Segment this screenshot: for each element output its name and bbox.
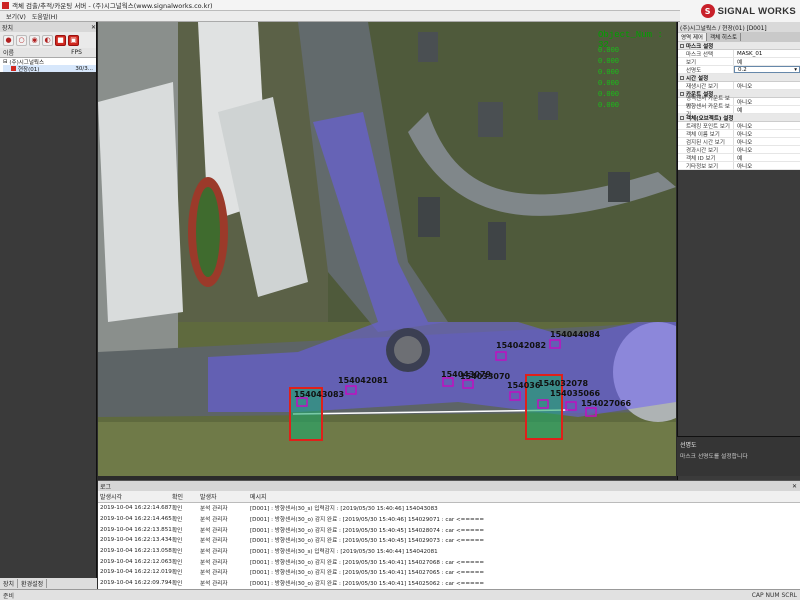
roundabout-island xyxy=(394,336,422,364)
collapse-icon[interactable] xyxy=(680,115,684,120)
house xyxy=(478,102,503,137)
tab-object-history[interactable]: 객체 히스토 xyxy=(707,33,742,41)
menu-view[interactable]: 보기(V) xyxy=(6,12,26,21)
log-rows: 2019-10-04 16:22:14.687 확인 분석 관리자 [D001] : … xyxy=(98,503,800,589)
tree-item-fps: 30/3... xyxy=(75,65,93,72)
property-panel-title: (주)시그널웍스 / 현장(01) [D001] xyxy=(678,22,800,32)
col-time[interactable]: 발생시각 xyxy=(98,492,172,501)
grass-field xyxy=(98,422,676,476)
osd-line: 0.000 xyxy=(598,102,620,110)
menubar: 보기(V) 도움말(H) xyxy=(0,11,680,22)
left-panel-tabs: 장치 환경설정 xyxy=(0,578,97,589)
osd-line: 0.000 xyxy=(598,69,620,77)
log-row[interactable]: 2019-10-04 16:22:13.851 확인 분석 관리자 [D001] : … xyxy=(98,524,800,535)
record-icon[interactable]: ◐ xyxy=(42,34,53,46)
log-row[interactable]: 2019-10-04 16:22:14.687 확인 분석 관리자 [D001] : … xyxy=(98,503,800,514)
device-list-header: 이름 FPS xyxy=(0,48,96,58)
log-row[interactable]: 2019-10-04 16:22:13.434 확인 분석 관리자 [D001] : … xyxy=(98,535,800,546)
statusbar: 준비 CAP NUM SCRL xyxy=(0,589,800,600)
col-fps[interactable]: FPS xyxy=(71,49,82,56)
brand-logo: S SIGNAL WORKS xyxy=(680,0,800,22)
vehicle-id-label: 154043083 xyxy=(294,390,345,399)
log-row[interactable]: 2019-10-04 16:22:12.063 확인 분석 관리자 [D001] : … xyxy=(98,556,800,567)
description-heading: 선명도 xyxy=(680,442,697,449)
app-icon xyxy=(2,1,9,9)
log-row[interactable]: 2019-10-04 16:22:14.465 확인 분석 관리자 [D001] : … xyxy=(98,514,800,525)
keyboard-status: CAP NUM SCRL xyxy=(751,591,797,599)
osd-line: 0.000 xyxy=(598,91,620,99)
house xyxy=(608,172,630,202)
property-panel: (주)시그널웍스 / 현장(01) [D001] 영역 제어 객체 히스토 마스… xyxy=(677,22,800,480)
log-row[interactable]: 2019-10-04 16:22:09.794 확인 분석 관리자 [D001] : … xyxy=(98,578,800,589)
vehicle-id-label: 154032078 xyxy=(538,379,589,388)
col-source[interactable]: 발생자 xyxy=(200,492,250,501)
dropdown-icon[interactable]: ▾ xyxy=(794,67,797,73)
device-toolbar: ● ○ ◉ ◐ ■ ▣ xyxy=(0,32,96,48)
disconnect-icon[interactable]: ○ xyxy=(16,34,27,46)
log-panel: 로그 ✕ 발생시각 확인 발생자 메시지 2019-10-04 16:22:14… xyxy=(98,480,800,589)
collapse-icon[interactable] xyxy=(680,91,684,96)
signalworks-logo-icon: S xyxy=(700,4,715,18)
device-panel-title: 장치 ✕ xyxy=(0,22,96,32)
osd-line: 0.000 xyxy=(598,47,620,55)
collapse-icon[interactable] xyxy=(680,75,684,80)
tab-environment[interactable]: 환경설정 xyxy=(18,579,48,588)
settings-icon[interactable]: ▣ xyxy=(68,34,79,46)
vehicle-id-label: 154027066 xyxy=(581,399,632,408)
tab-area-control[interactable]: 영역 제어 xyxy=(678,33,707,41)
video-view[interactable]: Object_Num : 32 0.000 0.000 0.000 0.000 … xyxy=(98,22,676,476)
description-text: 마스크 선명도를 설정합니다 xyxy=(680,454,748,460)
log-title: 로그 ✕ xyxy=(98,481,800,491)
tree-item-label: 현장(01) xyxy=(18,66,40,73)
log-row[interactable]: 2019-10-04 16:22:13.058 확인 분석 관리자 [D001] : … xyxy=(98,546,800,557)
status-text: 준비 xyxy=(3,592,15,600)
log-close-icon[interactable]: ✕ xyxy=(792,483,800,490)
col-name[interactable]: 이름 xyxy=(3,48,14,57)
osd-line: 0.000 xyxy=(598,80,620,88)
stop-icon[interactable]: ■ xyxy=(55,34,66,46)
house xyxy=(538,92,558,120)
device-panel: 장치 ✕ ● ○ ◉ ◐ ■ ▣ 이름 FPS ⊟ (주)시그널웍스 현장(01… xyxy=(0,22,97,578)
collapse-icon[interactable] xyxy=(680,43,684,48)
menu-help[interactable]: 도움말(H) xyxy=(32,12,58,21)
house xyxy=(418,32,438,62)
camera-status-icon xyxy=(11,66,16,71)
property-grid: 마스크 설정 마스크 선택 MASK_01 보기 예 선명도 0.2 ▾ 시간 설정 재… xyxy=(678,42,800,170)
osd-line: 0.000 xyxy=(598,58,620,66)
house xyxy=(418,197,440,237)
log-title-text: 로그 xyxy=(100,483,112,491)
camera-icon[interactable]: ◉ xyxy=(29,34,40,46)
window-title: 객체 검출/추적/카운팅 서버 - (주)시그널웍스(www.signalwor… xyxy=(12,2,213,10)
vehicle-id-label: 154042082 xyxy=(496,341,547,350)
vehicle-id-label: 154035066 xyxy=(550,389,601,398)
log-header: 발생시각 확인 발생자 메시지 xyxy=(98,491,800,503)
vehicle-id-label: 154033070 xyxy=(460,372,511,381)
track-field xyxy=(196,187,220,277)
vehicle-id-label: 154042081 xyxy=(338,376,389,385)
device-panel-title-text: 장치 xyxy=(2,24,14,32)
property-tabs: 영역 제어 객체 히스토 xyxy=(678,32,800,42)
prop-extra-info[interactable]: 기타정보 보기 아니오 xyxy=(678,162,800,170)
device-tree: ⊟ (주)시그널웍스 현장(01) 30/3... xyxy=(0,58,96,73)
connect-icon[interactable]: ● xyxy=(3,34,14,46)
house xyxy=(488,222,506,260)
property-description: 선명도 마스크 선명도를 설정합니다 xyxy=(677,436,800,476)
col-message[interactable]: 메시지 xyxy=(250,492,800,501)
panel-close-icon[interactable]: ✕ xyxy=(91,24,96,31)
apartment-building xyxy=(98,82,183,322)
vehicle-id-label: 154044084 xyxy=(550,330,601,339)
col-confirm[interactable]: 확인 xyxy=(172,492,200,501)
brand-name: SIGNAL WORKS xyxy=(717,5,796,17)
tab-device[interactable]: 장치 xyxy=(0,579,19,588)
vehicle-id-label: 154036 xyxy=(507,381,541,390)
tree-item-site[interactable]: 현장(01) 30/3... xyxy=(3,65,96,73)
log-row[interactable]: 2019-10-04 16:22:12.019 확인 분석 관리자 [D001] : … xyxy=(98,567,800,578)
osd-status: 0.000 0.000 0.000 0.000 0.000 0.000 xyxy=(598,46,619,112)
